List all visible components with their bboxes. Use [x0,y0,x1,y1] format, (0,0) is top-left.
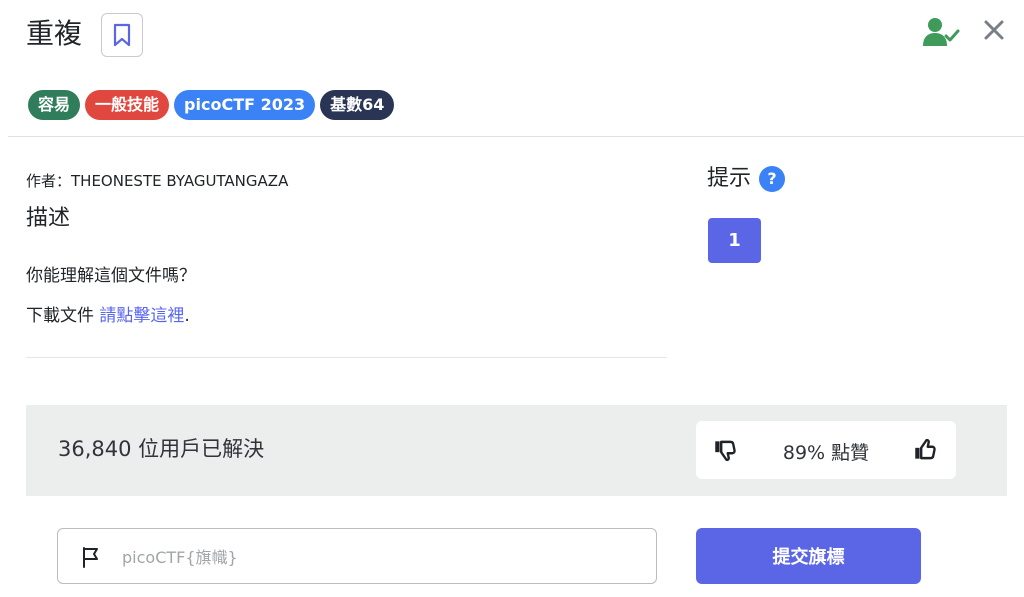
download-suffix: . [184,306,190,326]
stats-bar: 36,840 位用戶已解決 89% 點贊 [26,405,1007,496]
help-icon[interactable]: ? [759,166,786,192]
tag-category[interactable]: 一般技能 [85,90,170,120]
bookmark-icon [113,23,131,47]
solved-count: 36,840 位用戶已解決 [58,437,265,461]
hints-header: 提示 ? [707,164,786,194]
download-label: 下載文件 [26,306,100,326]
tag-list: 容易 一般技能 picoCTF 2023 基數64 [28,90,395,120]
flag-input-wrapper[interactable] [57,528,657,584]
flag-icon [83,547,98,568]
tag-topic[interactable]: 基數64 [320,90,395,120]
description-divider [26,357,667,358]
challenge-title: 重複 [26,17,83,50]
user-check-icon[interactable] [922,16,960,48]
flag-input[interactable] [122,543,622,571]
close-icon [984,20,1004,40]
challenge-header: 重複 容易 一般技能 picoCTF 2023 基數64 [0,0,1024,137]
author-line: 作者：THEONESTE BYAGUTANGAZA [26,172,289,190]
header-divider [8,136,1024,137]
description-heading: 描述 [26,206,71,231]
rating-box: 89% 點贊 [696,421,956,479]
tag-event[interactable]: picoCTF 2023 [174,90,316,120]
description-text: 你能理解這個文件嗎？ [26,266,196,286]
submit-flag-button[interactable]: 提交旗標 [696,528,921,584]
bookmark-button[interactable] [101,13,143,57]
close-button[interactable] [980,16,1008,44]
thumbs-up-icon[interactable] [912,437,938,463]
hint-button-1[interactable]: 1 [708,218,761,263]
download-link[interactable]: 請點擊這裡 [99,306,184,326]
tag-difficulty[interactable]: 容易 [28,90,81,120]
hints-heading: 提示 [707,166,752,191]
download-line: 下載文件 請點擊這裡. [26,301,190,326]
